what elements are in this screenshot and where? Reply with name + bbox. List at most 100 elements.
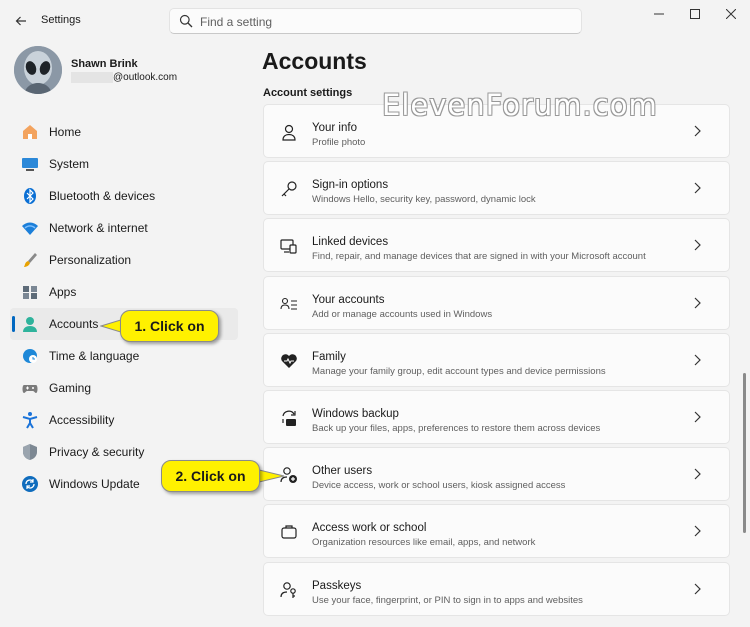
sidebar-item-bluetooth[interactable]: Bluetooth & devices: [10, 180, 238, 212]
home-icon: [21, 123, 39, 141]
card-linked-devices[interactable]: Linked devices Find, repair, and manage …: [263, 218, 730, 273]
sidebar-item-home[interactable]: Home: [10, 116, 238, 148]
avatar[interactable]: [14, 46, 62, 94]
linked-devices-icon: [279, 236, 299, 256]
callout-step-2: 2. Click on: [161, 460, 260, 492]
account-settings-list: Your info Profile photo Sign-in options …: [263, 104, 730, 619]
chevron-right-icon: [691, 468, 703, 480]
callout-step-1: 1. Click on: [120, 310, 219, 342]
email-redaction: [71, 72, 113, 83]
passkey-icon: [279, 580, 299, 600]
sidebar-item-accessibility[interactable]: Accessibility: [10, 404, 238, 436]
card-sign-in-options[interactable]: Sign-in options Windows Hello, security …: [263, 161, 730, 216]
sidebar-item-label: Privacy & security: [49, 445, 145, 459]
search-box[interactable]: [169, 8, 582, 34]
card-title: Family: [312, 350, 346, 363]
user-email: @outlook.com: [113, 72, 178, 83]
sidebar-item-system[interactable]: System: [10, 148, 238, 180]
chevron-right-icon: [691, 583, 703, 595]
sidebar-item-gaming[interactable]: Gaming: [10, 372, 238, 404]
card-subtitle: Manage your family group, edit account t…: [312, 365, 606, 377]
close-button[interactable]: [712, 0, 750, 28]
chevron-right-icon: [691, 182, 703, 194]
sidebar-item-label: Apps: [49, 285, 77, 299]
sidebar-item-label: Bluetooth & devices: [49, 189, 156, 203]
card-subtitle: Find, repair, and manage devices that ar…: [312, 251, 646, 263]
card-title: Your info: [312, 122, 357, 134]
system-icon: [21, 155, 39, 173]
sidebar-item-apps[interactable]: Apps: [10, 276, 238, 308]
chevron-right-icon: [691, 525, 703, 537]
minimize-button[interactable]: [640, 0, 678, 28]
sidebar-item-personalization[interactable]: Personalization: [10, 244, 238, 276]
sidebar-nav: Home System Bluetooth & devices Network …: [10, 116, 238, 500]
maximize-icon: [690, 9, 700, 19]
search-icon: [179, 14, 193, 33]
sidebar-item-label: Accounts: [49, 317, 99, 331]
key-icon: [279, 179, 299, 199]
card-subtitle: Device access, work or school users, kio…: [312, 480, 566, 492]
card-access-work-school[interactable]: Access work or school Organization resou…: [263, 504, 730, 559]
heart-icon: [279, 351, 299, 371]
chevron-right-icon: [691, 297, 703, 309]
scrollbar[interactable]: [743, 373, 746, 533]
close-icon: [726, 9, 736, 19]
sidebar-item-network[interactable]: Network & internet: [10, 212, 238, 244]
card-title: Access work or school: [312, 522, 427, 535]
title-bar: Settings: [0, 0, 750, 42]
card-subtitle: Add or manage accounts used in Windows: [312, 308, 493, 320]
chevron-right-icon: [691, 411, 703, 423]
sidebar-item-label: Personalization: [49, 253, 132, 267]
card-subtitle: Profile photo: [312, 137, 366, 148]
chevron-right-icon: [691, 354, 703, 366]
chevron-right-icon: [691, 125, 703, 137]
card-title: Other users: [312, 465, 373, 478]
page-title: Accounts: [262, 48, 367, 74]
back-button[interactable]: [10, 10, 32, 32]
sidebar-item-label: Network & internet: [49, 221, 148, 235]
person-icon: [21, 315, 39, 333]
card-title: Sign-in options: [312, 179, 389, 192]
accounts-list-icon: [279, 294, 299, 314]
sidebar-item-label: Accessibility: [49, 413, 115, 427]
shield-icon: [21, 443, 39, 461]
apps-icon: [21, 283, 39, 301]
card-passkeys[interactable]: Passkeys Use your face, fingerprint, or …: [263, 561, 730, 616]
brush-icon: [21, 251, 39, 269]
bluetooth-icon: [21, 187, 39, 205]
card-subtitle: Windows Hello, security key, password, d…: [312, 194, 536, 206]
card-your-accounts[interactable]: Your accounts Add or manage accounts use…: [263, 275, 730, 330]
accessibility-icon: [21, 411, 39, 429]
maximize-button[interactable]: [676, 0, 714, 28]
card-title: Windows backup: [312, 407, 399, 420]
card-subtitle: Use your face, fingerprint, or PIN to si…: [312, 594, 583, 606]
sidebar-item-time-language[interactable]: Time & language: [10, 340, 238, 372]
card-title: Linked devices: [312, 236, 389, 249]
sidebar-item-label: Time & language: [49, 349, 140, 363]
card-subtitle: Back up your files, apps, preferences to…: [312, 422, 601, 434]
section-title: Account settings: [263, 87, 353, 99]
sidebar-item-label: System: [49, 157, 90, 171]
person-outline-icon: [279, 122, 299, 142]
card-windows-backup[interactable]: Windows backup Back up your files, apps,…: [263, 389, 730, 444]
wifi-icon: [21, 219, 39, 237]
briefcase-icon: [279, 522, 299, 542]
card-family[interactable]: Family Manage your family group, edit ac…: [263, 332, 730, 387]
update-icon: [21, 475, 39, 493]
alien-avatar-icon: [14, 46, 62, 94]
globe-clock-icon: [21, 347, 39, 365]
sidebar-item-label: Gaming: [49, 381, 92, 395]
card-other-users[interactable]: Other users Device access, work or schoo…: [263, 447, 730, 502]
minimize-icon: [654, 13, 664, 15]
back-arrow-icon: [15, 16, 26, 26]
backup-icon: [279, 408, 299, 428]
watermark: ElevenForum.com: [382, 88, 658, 122]
sidebar-item-label: Windows Update: [49, 477, 140, 491]
card-title: Your accounts: [312, 293, 385, 306]
active-indicator: [12, 316, 15, 332]
app-title: Settings: [41, 14, 81, 26]
gamepad-icon: [21, 379, 39, 397]
card-subtitle: Organization resources like email, apps,…: [312, 537, 536, 549]
search-input[interactable]: [200, 13, 560, 30]
sidebar-item-label: Home: [49, 125, 82, 139]
